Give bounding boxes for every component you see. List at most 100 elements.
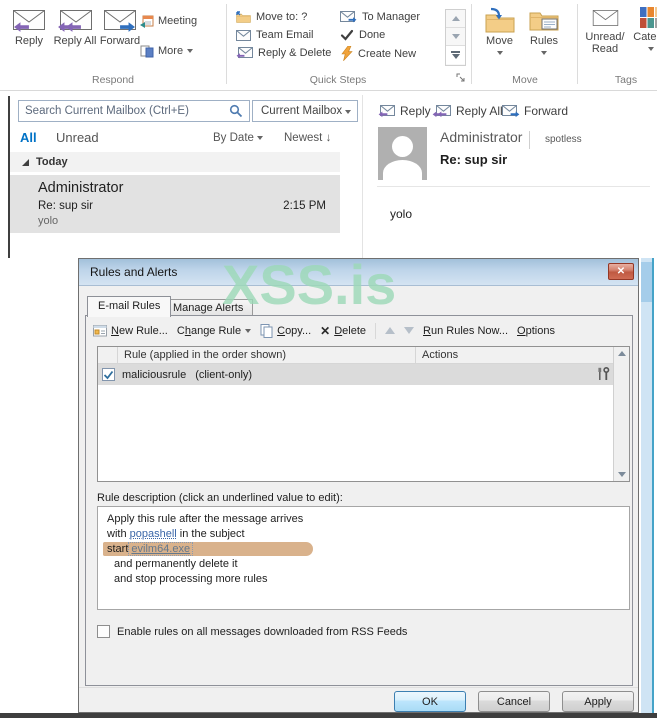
expanded-triangle-icon [22,158,29,166]
forward-icon [103,7,137,32]
meeting-button[interactable]: Meeting [140,14,197,28]
gallery-more-button[interactable] [446,46,465,64]
quickstep-done[interactable]: Done [340,29,385,41]
rules-folder-icon [529,12,559,31]
rule-row[interactable]: maliciousrule (client-only) [98,364,615,385]
new-rule-button[interactable]: New Rule... [93,324,168,337]
description-line: start evilm64.exe [103,542,620,557]
move-rule-up-button[interactable] [385,327,396,334]
unread-read-button[interactable]: Unread/Read [581,7,629,55]
sort-order-toggle[interactable]: Newest ↓ [284,132,331,144]
gallery-scroll-down[interactable] [446,28,465,46]
copy-rule-button[interactable]: Copy... [260,323,312,338]
search-icon[interactable] [229,104,243,118]
categorize-button[interactable]: Catego [629,7,657,55]
mailbox-scope-dropdown[interactable]: Current Mailbox [252,100,358,122]
move-rule-down-button[interactable] [404,327,415,334]
copy-icon [260,323,273,338]
tags-group-label: Tags [614,74,638,86]
down-arrow-icon [451,34,460,39]
move-button[interactable]: Move [477,7,522,59]
rules-and-alerts-dialog: Rules and Alerts ✕ E-mail Rules Manage A… [78,258,639,713]
unread-label-line2: Read [591,43,619,55]
quickstep-create-new[interactable]: Create New [341,46,416,61]
sort-by-label: By Date [213,132,254,144]
quickstep-to-manager[interactable]: To Manager [340,11,420,23]
rules-button[interactable]: Rules [523,7,565,59]
close-button[interactable]: ✕ [608,263,634,280]
reply-button[interactable]: Reply [6,7,52,47]
description-line: and stop processing more rules [114,573,268,585]
delete-rule-button[interactable]: ✕ Delete [320,324,366,338]
reading-reply-all-button[interactable]: Reply All [432,104,503,118]
rule-enabled-checkbox[interactable] [102,368,115,381]
rule-name: maliciousrule [122,368,187,381]
rule-description-box: Apply this rule after the message arrive… [97,506,630,610]
quickstep-label: To Manager [362,11,421,23]
more-icon [140,45,154,58]
search-input[interactable] [18,100,250,122]
cancel-button[interactable]: Cancel [478,691,550,712]
message-sender: Administrator [38,180,124,196]
reply-icon [378,104,395,117]
reply-all-button[interactable]: Reply All [52,7,98,47]
group-separator [471,4,472,84]
header-divider [529,131,530,149]
lightning-icon [341,46,353,61]
quickstep-move-to[interactable]: Move to: ? [236,11,307,23]
actions-column-header: Actions [422,349,459,361]
more-respond-button[interactable]: More [140,44,194,58]
rules-list-scrollbar[interactable] [613,347,629,481]
quickstep-team-email[interactable]: Team Email [236,29,313,41]
subject-value-link[interactable]: popashell [130,528,177,540]
reading-forward-label: Forward [524,104,569,118]
quickstep-reply-delete[interactable]: Reply & Delete [236,47,331,59]
tab-email-rules[interactable]: E-mail Rules [87,296,172,317]
app-scrollbar-track[interactable] [641,258,652,713]
run-rules-now-button[interactable]: Run Rules Now... [423,325,508,337]
delete-x-icon: ✕ [320,323,331,338]
reply-all-icon [58,10,92,32]
app-scrollbar-thumb[interactable] [641,262,652,302]
ribbon: Reply Reply All Forward Meeting More Res… [0,0,657,91]
change-rule-button[interactable]: Change Rule [177,325,252,337]
dialog-titlebar[interactable]: Rules and Alerts ✕ [79,259,638,286]
group-header-today[interactable]: Today [10,152,340,172]
quicksteps-dialog-launcher[interactable] [456,71,467,89]
reading-forward-button[interactable]: Forward [502,104,568,118]
ok-button[interactable]: OK [394,691,466,712]
filter-tab-unread[interactable]: Unread [56,130,99,145]
rules-label: Rules [529,35,559,47]
copy-label: Copy... [277,324,312,337]
mail-list-item[interactable]: Administrator Re: sup sir 2:15 PM yolo [10,175,340,233]
gallery-scroll-up[interactable] [446,10,465,28]
reading-reply-button[interactable]: Reply [378,104,431,118]
window-edge [652,258,654,713]
filter-tab-all[interactable]: All [20,130,37,145]
chevron-down-icon [541,51,547,56]
group-separator [577,4,578,84]
forward-button[interactable]: Forward [97,7,143,47]
reply-delete-icon [236,47,253,59]
chevron-down-icon [496,51,503,56]
dialog-launcher-icon [456,73,465,82]
meeting-icon [140,15,154,28]
checkbox-column-header [98,347,118,363]
rss-checkbox[interactable] [97,625,110,638]
close-icon: ✕ [616,266,626,277]
sort-by-dropdown[interactable]: By Date [213,132,264,144]
folder-move-icon [236,11,251,23]
rule-action-tools-icon [596,366,610,384]
apply-button[interactable]: Apply [562,691,634,712]
options-button[interactable]: Options [517,325,555,337]
dialog-title: Rules and Alerts [90,265,178,279]
quickstep-label: Create New [358,47,417,60]
reading-body: yolo [390,207,413,221]
chevron-down-icon [187,49,194,53]
chevron-down-icon [257,135,264,140]
reading-header-rule [377,186,650,187]
application-value-link[interactable]: evilm64.exe [128,542,194,556]
scope-value: Current Mailbox [261,105,343,117]
group-header-label: Today [36,156,68,168]
up-arrow-icon [451,16,460,21]
